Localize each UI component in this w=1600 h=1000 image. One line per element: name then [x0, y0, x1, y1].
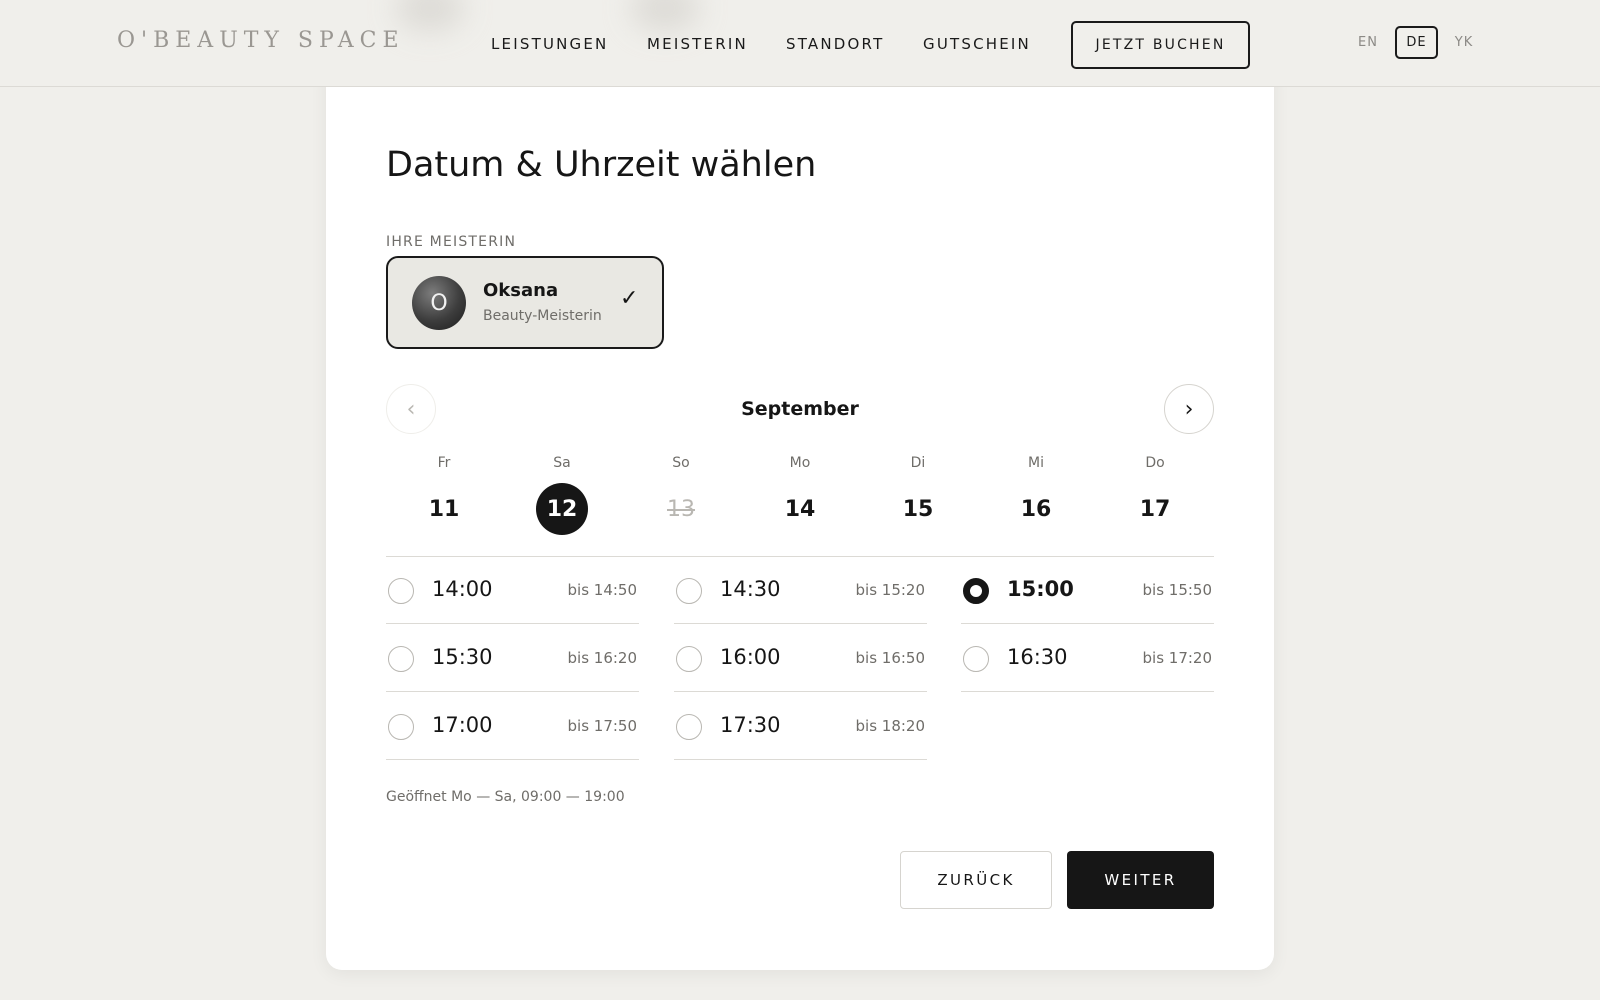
master-option-oksana[interactable]: O Oksana Beauty-Meisterin ✓	[386, 256, 664, 349]
day-option-selected[interactable]: Sa 12	[522, 455, 602, 545]
nav-link-standort[interactable]: STANDORT	[786, 35, 884, 53]
time-slot[interactable]: 16:00 bis 16:50	[674, 625, 927, 692]
slot-end-time: bis 16:20	[567, 649, 638, 667]
radio-icon	[676, 714, 702, 740]
check-icon: ✓	[620, 286, 639, 311]
time-slot[interactable]: 17:30 bis 18:20	[674, 693, 927, 760]
booking-card: Datum & Uhrzeit wählen IHRE MEISTERIN O …	[326, 60, 1274, 970]
master-role: Beauty-Meisterin	[483, 308, 602, 324]
time-slot[interactable]: 17:00 bis 17:50	[386, 693, 639, 760]
slot-time: 17:30	[720, 713, 781, 737]
day-of-week: Di	[910, 455, 926, 471]
month-label: September	[741, 398, 859, 420]
day-option[interactable]: Di 15	[878, 455, 958, 545]
time-slot-selected[interactable]: 15:00 bis 15:50	[961, 557, 1214, 624]
language-yk[interactable]: YK	[1452, 26, 1476, 59]
day-of-week: So	[672, 455, 690, 471]
next-week-button[interactable]: ›	[1164, 384, 1214, 434]
chevron-left-icon: ‹	[406, 396, 416, 422]
radio-icon	[676, 646, 702, 672]
day-option[interactable]: Fr 11	[404, 455, 484, 545]
time-slot[interactable]: 14:00 bis 14:50	[386, 557, 639, 624]
nav-link-leistungen[interactable]: LEISTUNGEN	[491, 35, 608, 53]
radio-icon	[388, 578, 414, 604]
nav-link-meisterin[interactable]: MEISTERIN	[647, 35, 748, 53]
radio-icon	[388, 646, 414, 672]
time-slot[interactable]: 15:30 bis 16:20	[386, 625, 639, 692]
day-of-week: Mi	[1028, 455, 1044, 471]
next-button[interactable]: WEITER	[1067, 851, 1214, 909]
opening-hours-note: Geöffnet Mo — Sa, 09:00 — 19:00	[386, 789, 625, 805]
slot-time: 14:00	[432, 577, 493, 601]
nav-link-gutschein[interactable]: GUTSCHEIN	[923, 35, 1031, 53]
slot-end-time: bis 15:50	[1142, 581, 1213, 599]
day-of-week: Do	[1145, 455, 1165, 471]
day-number: 13	[667, 496, 695, 522]
language-de[interactable]: DE	[1395, 26, 1438, 59]
slot-time: 17:00	[432, 713, 493, 737]
slot-time: 14:30	[720, 577, 781, 601]
slot-end-time: bis 18:20	[855, 717, 926, 735]
slot-end-time: bis 15:20	[855, 581, 926, 599]
radio-selected-icon	[963, 578, 989, 604]
day-of-week: Fr	[437, 455, 451, 471]
decorative-blob	[395, 0, 465, 32]
radio-icon	[388, 714, 414, 740]
avatar-initial: O	[430, 290, 448, 316]
day-option[interactable]: Do 17	[1115, 455, 1195, 545]
chevron-right-icon: ›	[1184, 396, 1194, 422]
language-en[interactable]: EN	[1356, 26, 1380, 59]
slot-time: 15:00	[1007, 577, 1074, 601]
brand-logo[interactable]: O'BEAUTY SPACE	[117, 28, 405, 53]
time-slot[interactable]: 16:30 bis 17:20	[961, 625, 1214, 692]
day-option[interactable]: Mi 16	[996, 455, 1076, 545]
book-now-button[interactable]: JETZT BUCHEN	[1071, 21, 1250, 69]
slot-end-time: bis 14:50	[567, 581, 638, 599]
radio-icon	[676, 578, 702, 604]
day-number: 15	[902, 496, 934, 522]
day-number: 17	[1139, 496, 1171, 522]
slot-end-time: bis 16:50	[855, 649, 926, 667]
slot-time: 16:30	[1007, 645, 1068, 669]
day-of-week: Sa	[553, 455, 571, 471]
master-section-label: IHRE MEISTERIN	[386, 234, 517, 250]
page-title: Datum & Uhrzeit wählen	[386, 145, 817, 185]
day-number: 12	[536, 483, 588, 535]
slot-end-time: bis 17:50	[567, 717, 638, 735]
avatar: O	[412, 276, 466, 330]
day-number: 16	[1020, 496, 1052, 522]
time-slot[interactable]: 14:30 bis 15:20	[674, 557, 927, 624]
day-option-disabled: So 13	[641, 455, 721, 545]
prev-week-button[interactable]: ‹	[386, 384, 436, 434]
slot-time: 15:30	[432, 645, 493, 669]
day-number: 14	[784, 496, 816, 522]
day-of-week: Mo	[789, 455, 811, 471]
slot-time: 16:00	[720, 645, 781, 669]
day-option[interactable]: Mo 14	[760, 455, 840, 545]
day-number: 11	[428, 496, 460, 522]
master-name: Oksana	[483, 280, 559, 301]
slot-end-time: bis 17:20	[1142, 649, 1213, 667]
radio-icon	[963, 646, 989, 672]
decorative-blob	[630, 0, 700, 32]
top-navigation: O'BEAUTY SPACE LEISTUNGEN MEISTERIN STAN…	[0, 0, 1600, 87]
back-button[interactable]: ZURÜCK	[900, 851, 1052, 909]
